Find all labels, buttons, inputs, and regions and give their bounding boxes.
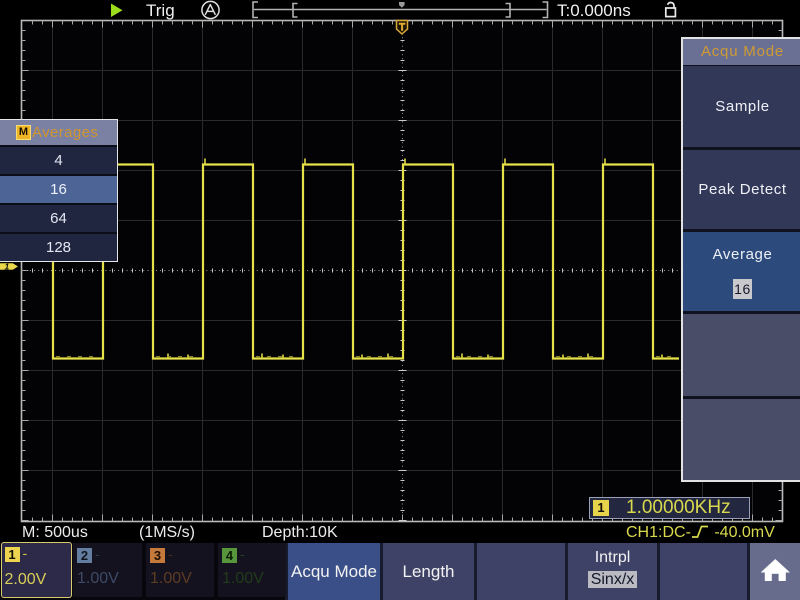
svg-text:1: 1 [5,261,10,271]
